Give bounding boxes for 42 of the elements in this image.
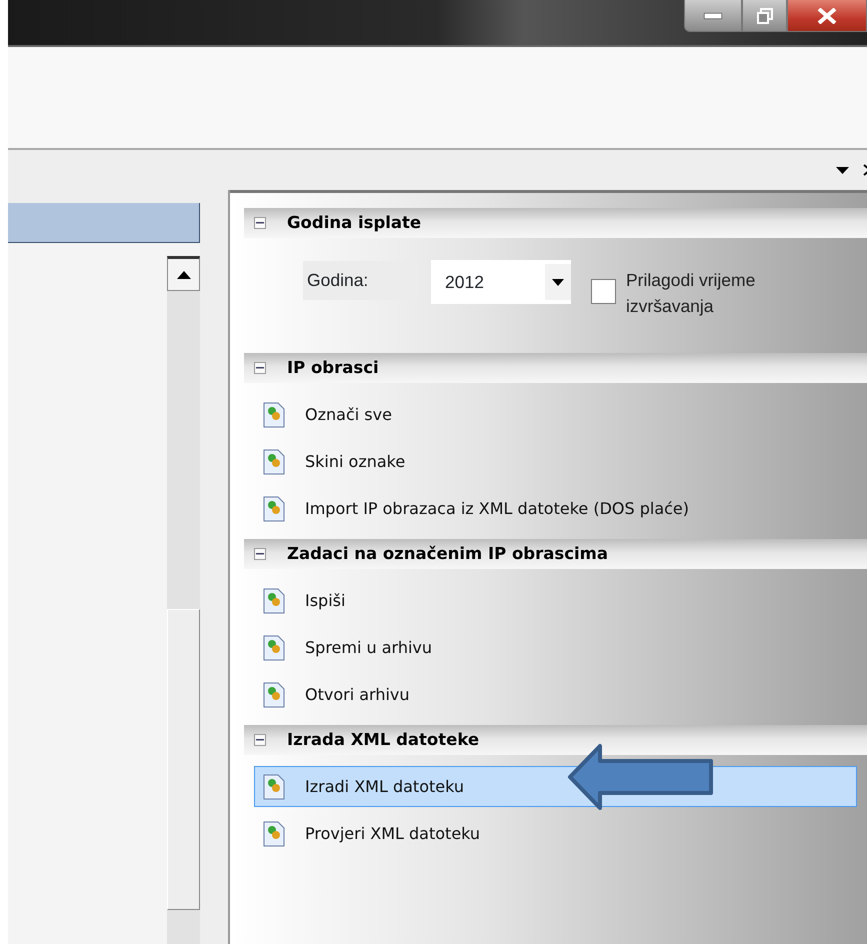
minimize-button[interactable] bbox=[684, 0, 742, 32]
document-icon bbox=[263, 448, 285, 474]
scroll-thumb[interactable] bbox=[167, 609, 200, 910]
close-icon bbox=[817, 8, 837, 24]
minus-icon bbox=[256, 367, 264, 369]
collapse-button[interactable] bbox=[254, 734, 266, 746]
restore-icon bbox=[756, 8, 772, 24]
dropdown-caret-icon bbox=[552, 278, 564, 286]
close-button[interactable] bbox=[787, 0, 867, 32]
minimize-icon bbox=[704, 12, 722, 18]
document-icon bbox=[263, 682, 285, 708]
checkbox[interactable] bbox=[591, 279, 616, 304]
up-triangle-icon bbox=[176, 270, 190, 278]
collapse-button[interactable] bbox=[254, 217, 266, 229]
minus-icon bbox=[256, 553, 264, 555]
year-dropdown[interactable]: 2012 bbox=[431, 260, 571, 304]
dropdown-caret-icon[interactable] bbox=[836, 166, 849, 174]
collapse-button[interactable] bbox=[254, 548, 266, 560]
task-link[interactable]: Skini oznake bbox=[254, 441, 857, 482]
task-link[interactable]: Ispiši bbox=[254, 580, 857, 621]
document-icon bbox=[263, 496, 285, 522]
task-link[interactable]: Otvori arhivu bbox=[254, 674, 857, 715]
section-title: Zadaci na označenim IP obrascima bbox=[287, 542, 608, 565]
section-title: Godina isplate bbox=[287, 212, 422, 234]
minus-icon bbox=[256, 222, 264, 224]
document-icon bbox=[263, 588, 285, 614]
document-icon bbox=[263, 634, 285, 660]
collapse-button[interactable] bbox=[254, 362, 266, 374]
checkbox-label: Prilagodi vrijeme izvršavanja bbox=[626, 269, 756, 318]
task-link[interactable]: Spremi u arhivu bbox=[254, 627, 857, 668]
section-title: IP obrasci bbox=[287, 356, 379, 379]
minus-icon bbox=[256, 739, 264, 741]
document-icon bbox=[263, 774, 285, 800]
task-link[interactable]: Provjeri XML datoteku bbox=[254, 813, 857, 854]
document-icon bbox=[263, 820, 285, 846]
scroll-up-button[interactable] bbox=[167, 256, 200, 291]
task-link[interactable]: Import IP obrazaca iz XML datoteke (DOS plaće) bbox=[254, 488, 857, 529]
task-link[interactable]: Označi sve bbox=[254, 394, 857, 435]
restore-button[interactable] bbox=[742, 0, 787, 32]
document-icon bbox=[263, 402, 285, 428]
section-title: Izrada XML datoteke bbox=[287, 728, 480, 751]
scrollbar[interactable] bbox=[167, 256, 200, 944]
